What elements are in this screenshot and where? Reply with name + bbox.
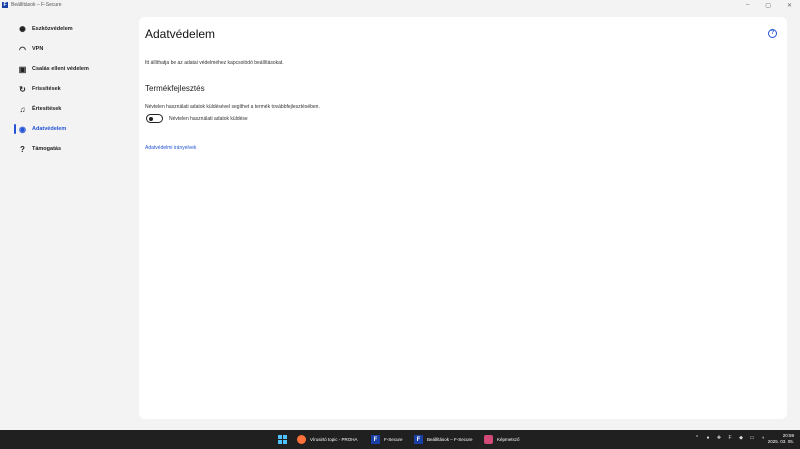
taskbar-item-label: Vírusirtó topic - PROHA [310, 437, 358, 442]
bell-icon: ♫ [19, 104, 26, 114]
sidebar-item-label: Értesítések [32, 106, 62, 112]
usage-data-toggle-label: Névtelen használati adatok küldése [169, 115, 248, 122]
taskbar-item-firefox[interactable]: Vírusirtó topic - PROHA [297, 432, 358, 447]
sidebar-item-vpn[interactable]: ◠ VPN [14, 42, 132, 56]
question-icon: ? [20, 144, 25, 154]
sidebar-item-label: Frissítések [32, 86, 61, 92]
system-tray: ^ ● ✚ F ◆ ▭ ◖ [694, 435, 766, 441]
firefox-icon [297, 435, 306, 444]
clock-date: 2025. 03. 05. [767, 439, 794, 444]
tray-volume-icon[interactable]: ◖ [760, 435, 766, 441]
page-title: Adatvédelem [145, 27, 216, 41]
help-icon[interactable]: ? [768, 29, 777, 38]
toggle-knob [149, 116, 153, 121]
taskbar-item-snipping-tool[interactable]: Képmetsző [484, 432, 520, 447]
sidebar-item-label: Támogatás [32, 146, 62, 152]
main-panel: Adatvédelem ? Itt állíthatja be az adata… [139, 17, 787, 419]
taskbar-clock[interactable]: 20:59 2025. 03. 05. [768, 433, 794, 445]
maximize-icon[interactable]: ▢ [765, 2, 771, 9]
sidebar-item-eszkozvedelem[interactable]: ✺ Eszközvédelem [14, 22, 132, 36]
taskbar-item-label: Beállítások – F-Secure [427, 437, 473, 442]
sidebar-item-ertesitesek[interactable]: ♫ Értesítések [14, 102, 132, 116]
fsecure-icon: F [371, 435, 380, 444]
sidebar-item-csalas[interactable]: ▣ Csalás elleni védelem [14, 62, 132, 76]
sidebar-item-label: Adatvédelem [32, 126, 67, 132]
tray-globe-icon[interactable]: ● [705, 435, 711, 441]
taskbar: Vírusirtó topic - PROHA F F-Secure F Beá… [0, 430, 800, 449]
section-title: Termékfejlesztés [145, 84, 205, 93]
minimize-icon[interactable]: – [746, 2, 749, 8]
tray-arrow-icon[interactable]: ^ [694, 435, 700, 441]
sidebar-item-adatvedelem[interactable]: ◉ Adatvédelem [14, 122, 132, 136]
usage-data-toggle-row: Névtelen használati adatok küldése [146, 114, 248, 123]
sidebar: ✺ Eszközvédelem ◠ VPN ▣ Csalás elleni vé… [0, 10, 136, 430]
tray-plus-icon[interactable]: ✚ [716, 435, 722, 441]
sidebar-item-label: Csalás elleni védelem [32, 66, 89, 72]
close-icon[interactable]: ✕ [787, 2, 792, 9]
windows-start-icon [278, 435, 287, 444]
sidebar-item-tamogatas[interactable]: ? Támogatás [14, 142, 132, 156]
snipping-tool-icon [484, 435, 493, 444]
taskbar-item-label: F-Secure [384, 437, 403, 442]
taskbar-item-label: Képmetsző [497, 437, 520, 442]
section-description: Névtelen használati adatok küldésével se… [145, 104, 320, 110]
taskbar-item-fsecure[interactable]: F F-Secure [371, 432, 403, 447]
refresh-icon: ↻ [19, 84, 26, 94]
fsecure-icon: F [414, 435, 423, 444]
title-bar: F Beállítások – F-Secure – ▢ ✕ [0, 0, 800, 10]
sidebar-item-frissitesek[interactable]: ↻ Frissítések [14, 82, 132, 96]
privacy-policy-link[interactable]: Adatvédelmi irányelvek [145, 145, 196, 151]
intro-text: Itt állíthatja be az adatai védelméhez k… [145, 60, 284, 66]
tray-fsecure-icon[interactable]: F [727, 435, 733, 441]
taskbar-start-button[interactable] [278, 432, 291, 447]
bug-icon: ✺ [19, 24, 26, 34]
tray-shield-icon[interactable]: ◆ [738, 435, 744, 441]
taskbar-item-fsecure-settings[interactable]: F Beállítások – F-Secure [414, 432, 473, 447]
sidebar-item-label: VPN [32, 46, 44, 52]
eye-slash-icon: ◉ [19, 124, 26, 134]
window-title: Beállítások – F-Secure [11, 2, 62, 8]
usage-data-toggle[interactable] [146, 114, 163, 123]
sidebar-item-label: Eszközvédelem [32, 26, 73, 32]
wallet-icon: ▣ [18, 64, 27, 74]
tray-monitor-icon[interactable]: ▭ [749, 435, 755, 441]
fsecure-app-icon: F [2, 2, 8, 8]
vpn-icon: ◠ [19, 44, 26, 54]
